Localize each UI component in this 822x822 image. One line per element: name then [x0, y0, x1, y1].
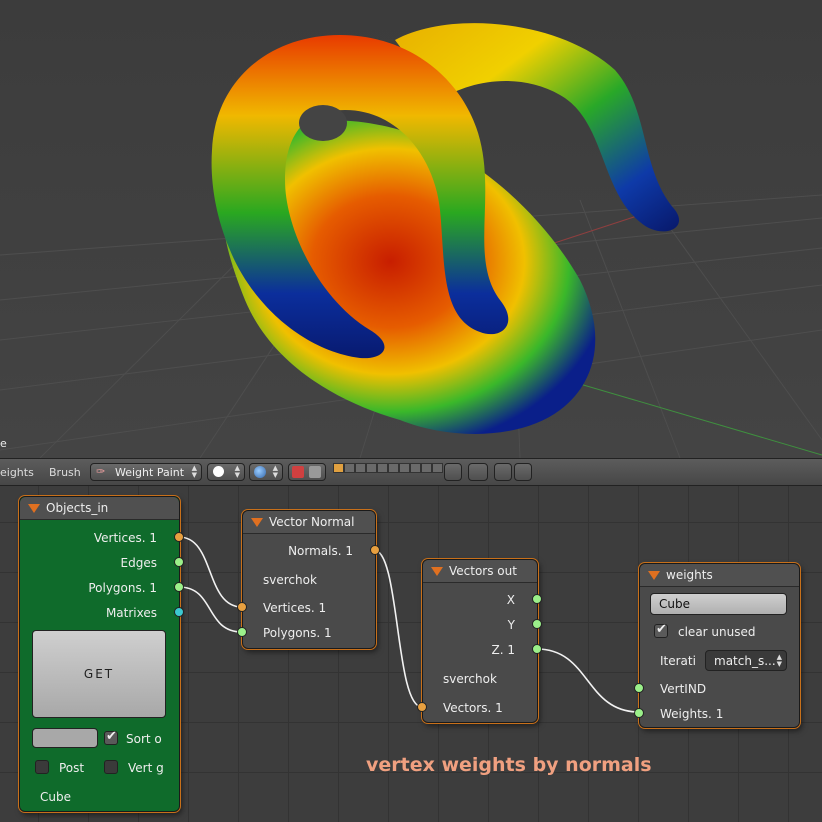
node-title: weights	[666, 568, 713, 582]
input-socket-vertind[interactable]	[634, 683, 644, 693]
object-field[interactable]: Cube	[650, 593, 787, 615]
node-vector-normal[interactable]: Vector Normal Normals. 1 sverchok Vertic…	[237, 510, 380, 649]
pivot-select[interactable]: ▲ ▼	[249, 463, 283, 481]
menu-brush[interactable]: Brush	[49, 466, 81, 479]
get-button-label: GET	[83, 667, 115, 681]
cube-icon	[309, 466, 321, 478]
output-label: X	[506, 593, 515, 607]
collapse-triangle-icon[interactable]	[648, 571, 660, 580]
chevron-updown-icon: ▲ ▼	[191, 464, 197, 479]
clear-unused-checkbox[interactable]	[654, 622, 668, 638]
output-socket-y[interactable]	[532, 619, 542, 629]
pivot-icon	[254, 466, 266, 478]
input-label: VertIND	[660, 682, 707, 696]
lock-icon[interactable]	[444, 463, 462, 481]
menu-weights[interactable]: eights	[0, 466, 34, 479]
node-editor-header: eights Brush ✑ Weight Paint ▲ ▼ ▲ ▼ ▲ ▼	[0, 458, 822, 486]
input-socket-vertices[interactable]	[237, 602, 247, 612]
node-weights[interactable]: weights Cube clear unused Iterati match_…	[634, 563, 800, 728]
iteration-select[interactable]: match_s... ▲ ▼	[705, 650, 787, 671]
layers-grid-2-icon[interactable]	[388, 463, 443, 481]
node-text: sverchok	[443, 672, 497, 686]
collapse-triangle-icon[interactable]	[431, 567, 443, 576]
output-socket-normals[interactable]	[370, 545, 380, 555]
get-button[interactable]: GET	[32, 630, 166, 718]
object-field-value: Cube	[659, 597, 690, 611]
output-socket-polygons[interactable]	[174, 582, 184, 592]
shading-select[interactable]: ▲ ▼	[207, 463, 245, 481]
input-socket-polygons[interactable]	[237, 627, 247, 637]
output-label: Vertices. 1	[93, 531, 157, 545]
clapper-icon[interactable]	[514, 463, 532, 481]
node-editor[interactable]: Objects_in Vertices. 1 Edges Polygons. 1…	[0, 486, 822, 822]
render-icon[interactable]	[468, 463, 488, 481]
sort-label: Sort o	[126, 732, 162, 746]
node-title: Vector Normal	[269, 515, 355, 529]
node-title: Vectors out	[449, 564, 517, 578]
viewport-scene	[0, 0, 822, 458]
vert-label: Vert g	[128, 761, 164, 775]
output-socket-vertices[interactable]	[174, 532, 184, 542]
output-socket-x[interactable]	[532, 594, 542, 604]
viewport-mode-label: e	[0, 437, 7, 450]
link-polygons	[178, 586, 243, 633]
chevron-updown-icon: ▲ ▼	[776, 653, 782, 668]
caption-text: vertex weights by normals	[366, 754, 652, 776]
output-label: Normals. 1	[288, 544, 353, 558]
chevron-updown-icon: ▲ ▼	[234, 464, 240, 479]
iteration-select-value: match_s...	[714, 654, 776, 668]
sort-checkbox[interactable]	[104, 729, 118, 745]
output-socket-matrixes[interactable]	[174, 607, 184, 617]
iteration-label: Iterati	[660, 654, 696, 668]
input-label: Polygons. 1	[263, 626, 332, 640]
vert-checkbox[interactable]	[104, 760, 118, 774]
collapse-triangle-icon[interactable]	[251, 518, 263, 527]
node-vectors-out[interactable]: Vectors out X Y Z. 1 sverchok Vectors. 1	[417, 559, 542, 723]
output-socket-edges[interactable]	[174, 557, 184, 567]
mode-select-label: Weight Paint	[115, 466, 185, 479]
node-title: Objects_in	[46, 501, 109, 515]
clear-unused-label: clear unused	[678, 625, 756, 639]
weight-paint-mode-icon: ✑	[96, 465, 106, 478]
object-name: Cube	[40, 790, 71, 804]
output-label: Z. 1	[491, 643, 515, 657]
node-header[interactable]: weights	[640, 564, 799, 587]
link-normals	[373, 549, 423, 708]
input-label: Weights. 1	[660, 707, 724, 721]
post-label: Post	[59, 761, 85, 775]
output-socket-z[interactable]	[532, 644, 542, 654]
3d-viewport[interactable]: e	[0, 0, 822, 458]
post-checkbox[interactable]	[35, 760, 49, 774]
node-header[interactable]: Objects_in	[20, 497, 179, 520]
collapse-triangle-icon[interactable]	[28, 504, 40, 513]
node-header[interactable]: Vectors out	[423, 560, 537, 583]
output-label: Edges	[120, 556, 157, 570]
manipulator-toggle[interactable]	[288, 463, 326, 481]
input-socket-weights[interactable]	[634, 708, 644, 718]
chevron-updown-icon: ▲ ▼	[272, 464, 278, 479]
output-label: Polygons. 1	[88, 581, 157, 595]
link-z	[536, 648, 640, 713]
input-label: Vertices. 1	[263, 601, 327, 615]
node-text: sverchok	[263, 573, 317, 587]
camera-icon[interactable]	[494, 463, 512, 481]
output-label: Matrixes	[105, 606, 157, 620]
layers-grid-icon[interactable]	[333, 463, 388, 481]
input-socket-vectors[interactable]	[417, 702, 427, 712]
node-objects-in[interactable]: Objects_in Vertices. 1 Edges Polygons. 1…	[19, 496, 184, 812]
input-label: Vectors. 1	[443, 701, 503, 715]
sort-field[interactable]	[32, 728, 98, 748]
manipulator-icon	[292, 466, 304, 478]
link-vertices	[178, 536, 243, 608]
shading-sphere-icon	[213, 466, 224, 477]
output-label: Y	[507, 618, 515, 632]
mode-select[interactable]: ✑ Weight Paint ▲ ▼	[90, 463, 202, 481]
node-header[interactable]: Vector Normal	[243, 511, 375, 534]
